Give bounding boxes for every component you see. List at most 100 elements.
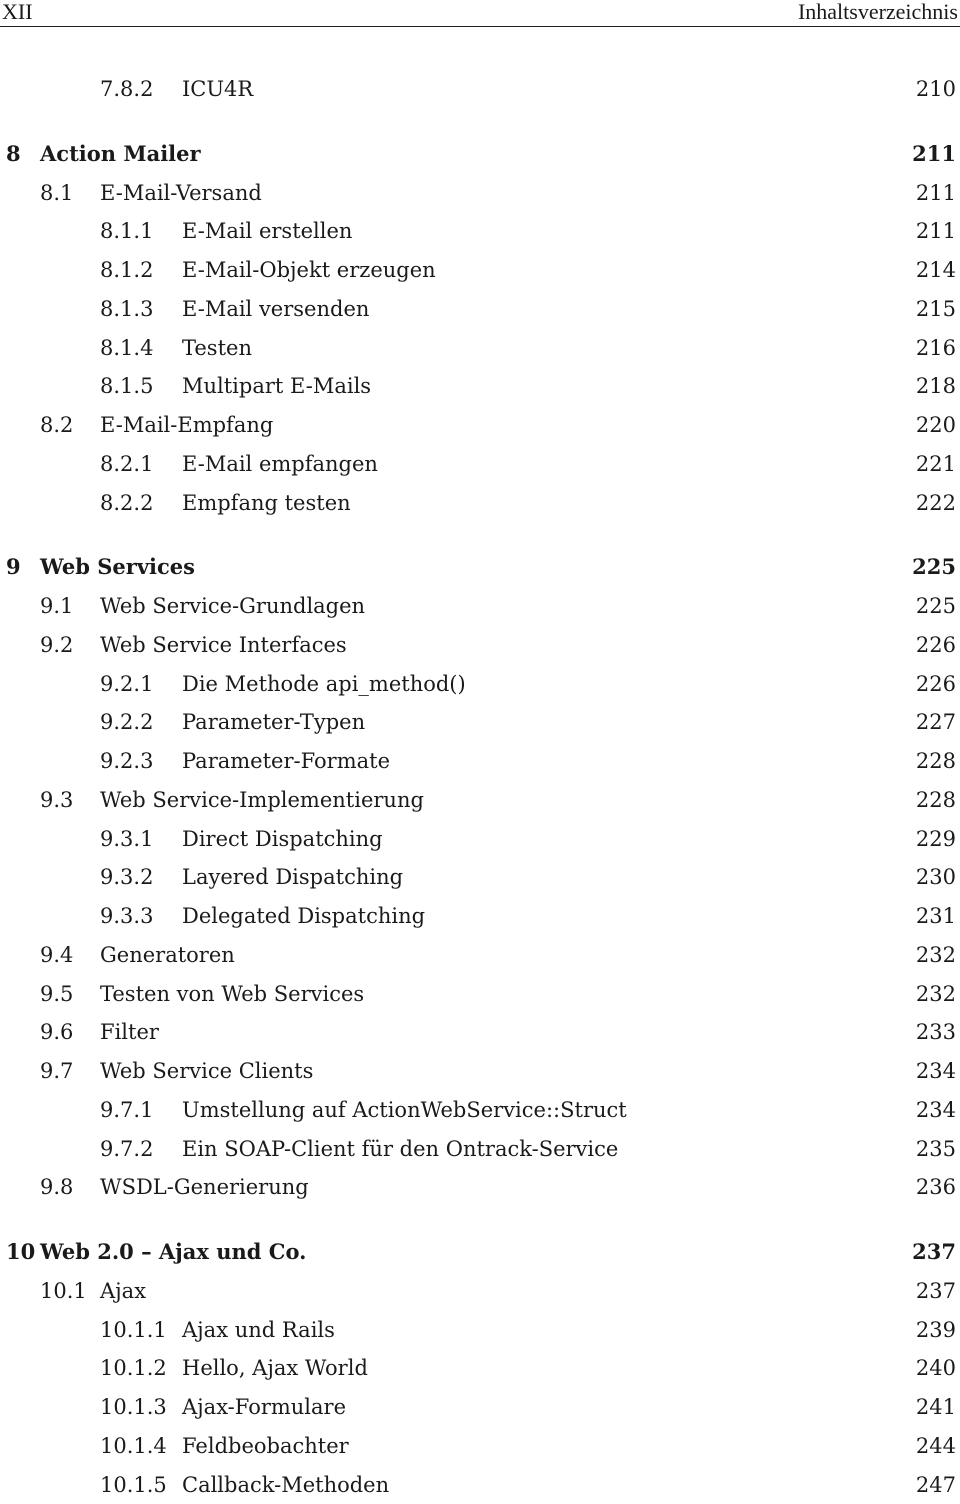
toc-subsection-entry[interactable]: 9.2.2Parameter-Typen227 xyxy=(0,703,960,742)
toc-chapter-entry[interactable]: 8Action Mailer211 xyxy=(0,135,960,174)
toc-subsection-entry[interactable]: 8.2.2Empfang testen222 xyxy=(0,484,960,523)
entry-title[interactable]: Web Service Clients xyxy=(100,1058,319,1084)
toc-subsection-entry[interactable]: 9.7.2Ein SOAP-Client für den Ontrack-Ser… xyxy=(0,1130,960,1169)
entry-page-number[interactable]: 226 xyxy=(910,632,956,658)
entry-title[interactable]: Multipart E-Mails xyxy=(182,373,377,399)
entry-page-number[interactable]: 237 xyxy=(910,1278,956,1304)
entry-title[interactable]: Delegated Dispatching xyxy=(182,903,431,929)
entry-title[interactable]: Direct Dispatching xyxy=(182,826,389,852)
entry-page-number[interactable]: 235 xyxy=(910,1136,956,1162)
entry-page-number[interactable]: 211 xyxy=(910,180,956,206)
toc-subsection-entry[interactable]: 9.3.1Direct Dispatching229 xyxy=(0,820,960,859)
entry-page-number[interactable]: 234 xyxy=(910,1058,956,1084)
entry-page-number[interactable]: 240 xyxy=(910,1355,956,1381)
entry-title[interactable]: E-Mail-Empfang xyxy=(100,412,279,438)
toc-section-entry[interactable]: 8.1E-Mail-Versand211 xyxy=(0,174,960,213)
entry-title[interactable]: Parameter-Typen xyxy=(182,709,371,735)
entry-page-number[interactable]: 228 xyxy=(910,787,956,813)
entry-page-number[interactable]: 222 xyxy=(910,490,956,516)
toc-subsection-entry[interactable]: 9.3.3Delegated Dispatching231 xyxy=(0,897,960,936)
toc-subsection-entry[interactable]: 8.1.3E-Mail versenden215 xyxy=(0,290,960,329)
toc-section-entry[interactable]: 9.6Filter233 xyxy=(0,1013,960,1052)
entry-page-number[interactable]: 247 xyxy=(910,1472,956,1498)
entry-title[interactable]: Web Services xyxy=(40,554,201,580)
entry-page-number[interactable]: 237 xyxy=(906,1239,956,1265)
toc-section-entry[interactable]: 9.1Web Service-Grundlagen225 xyxy=(0,587,960,626)
entry-page-number[interactable]: 210 xyxy=(910,76,956,102)
entry-page-number[interactable]: 220 xyxy=(910,412,956,438)
toc-section-entry[interactable]: 10.1Ajax237 xyxy=(0,1272,960,1311)
entry-title[interactable]: Die Methode api_method() xyxy=(182,671,472,697)
entry-title[interactable]: Ajax und Rails xyxy=(182,1317,341,1343)
entry-page-number[interactable]: 225 xyxy=(906,554,956,580)
toc-subsection-entry[interactable]: 8.1.2E-Mail-Objekt erzeugen214 xyxy=(0,251,960,290)
entry-page-number[interactable]: 226 xyxy=(910,671,956,697)
entry-title[interactable]: ICU4R xyxy=(182,76,259,102)
toc-section-entry[interactable]: 9.4Generatoren232 xyxy=(0,936,960,975)
toc-subsection-entry[interactable]: 10.1.4Feldbeobachter244 xyxy=(0,1427,960,1466)
toc-subsection-entry[interactable]: 10.1.2Hello, Ajax World240 xyxy=(0,1349,960,1388)
entry-title[interactable]: Web Service Interfaces xyxy=(100,632,353,658)
toc-subsection-entry[interactable]: 9.2.1Die Methode api_method()226 xyxy=(0,665,960,704)
entry-page-number[interactable]: 211 xyxy=(906,141,956,167)
entry-title[interactable]: Web Service-Implementierung xyxy=(100,787,430,813)
entry-title[interactable]: Web Service-Grundlagen xyxy=(100,593,371,619)
entry-page-number[interactable]: 236 xyxy=(910,1174,956,1200)
toc-subsection-entry[interactable]: 10.1.1Ajax und Rails239 xyxy=(0,1311,960,1350)
toc-section-entry[interactable]: 9.2Web Service Interfaces226 xyxy=(0,626,960,665)
toc-subsection-entry[interactable]: 9.3.2Layered Dispatching230 xyxy=(0,858,960,897)
entry-page-number[interactable]: 227 xyxy=(910,709,956,735)
entry-title[interactable]: E-Mail erstellen xyxy=(182,218,358,244)
entry-title[interactable]: E-Mail versenden xyxy=(182,296,375,322)
toc-chapter-entry[interactable]: 10Web 2.0 – Ajax und Co.237 xyxy=(0,1233,960,1272)
toc-subsection-entry[interactable]: 9.7.1Umstellung auf ActionWebService::St… xyxy=(0,1091,960,1130)
entry-page-number[interactable]: 234 xyxy=(910,1097,956,1123)
entry-title[interactable]: Generatoren xyxy=(100,942,241,968)
toc-section-entry[interactable]: 9.7Web Service Clients234 xyxy=(0,1052,960,1091)
entry-title[interactable]: E-Mail empfangen xyxy=(182,451,384,477)
entry-title[interactable]: Layered Dispatching xyxy=(182,864,409,890)
toc-subsection-entry[interactable]: 8.2.1E-Mail empfangen221 xyxy=(0,445,960,484)
entry-title[interactable]: WSDL-Generierung xyxy=(100,1174,315,1200)
toc-section-entry[interactable]: 8.2E-Mail-Empfang220 xyxy=(0,406,960,445)
entry-page-number[interactable]: 232 xyxy=(910,942,956,968)
entry-title[interactable]: Parameter-Formate xyxy=(182,748,396,774)
entry-title[interactable]: E-Mail-Versand xyxy=(100,180,268,206)
entry-title[interactable]: Ein SOAP-Client für den Ontrack-Service xyxy=(182,1136,624,1162)
entry-page-number[interactable]: 233 xyxy=(910,1019,956,1045)
toc-subsection-entry[interactable]: 9.2.3Parameter-Formate228 xyxy=(0,742,960,781)
entry-page-number[interactable]: 228 xyxy=(910,748,956,774)
entry-page-number[interactable]: 218 xyxy=(910,373,956,399)
entry-page-number[interactable]: 221 xyxy=(910,451,956,477)
toc-subsection-entry[interactable]: 7.8.2ICU4R210 xyxy=(0,70,960,109)
entry-page-number[interactable]: 239 xyxy=(910,1317,956,1343)
toc-section-entry[interactable]: 9.5Testen von Web Services232 xyxy=(0,975,960,1014)
entry-page-number[interactable]: 214 xyxy=(910,257,956,283)
entry-title[interactable]: E-Mail-Objekt erzeugen xyxy=(182,257,442,283)
entry-title[interactable]: Ajax-Formulare xyxy=(182,1394,352,1420)
toc-subsection-entry[interactable]: 8.1.5Multipart E-Mails218 xyxy=(0,367,960,406)
toc-section-entry[interactable]: 9.8WSDL-Generierung236 xyxy=(0,1168,960,1207)
entry-title[interactable]: Callback-Methoden xyxy=(182,1472,395,1498)
entry-page-number[interactable]: 231 xyxy=(910,903,956,929)
entry-page-number[interactable]: 215 xyxy=(910,296,956,322)
entry-title[interactable]: Web 2.0 – Ajax und Co. xyxy=(40,1239,312,1265)
entry-title[interactable]: Hello, Ajax World xyxy=(182,1355,374,1381)
entry-title[interactable]: Empfang testen xyxy=(182,490,357,516)
toc-section-entry[interactable]: 9.3Web Service-Implementierung228 xyxy=(0,781,960,820)
entry-page-number[interactable]: 229 xyxy=(910,826,956,852)
toc-subsection-entry[interactable]: 10.1.3Ajax-Formulare241 xyxy=(0,1388,960,1427)
entry-page-number[interactable]: 225 xyxy=(910,593,956,619)
toc-chapter-entry[interactable]: 9Web Services225 xyxy=(0,548,960,587)
entry-title[interactable]: Filter xyxy=(100,1019,165,1045)
entry-title[interactable]: Umstellung auf ActionWebService::Struct xyxy=(182,1097,633,1123)
entry-title[interactable]: Testen xyxy=(182,335,258,361)
entry-title[interactable]: Feldbeobachter xyxy=(182,1433,355,1459)
entry-page-number[interactable]: 241 xyxy=(910,1394,956,1420)
entry-page-number[interactable]: 216 xyxy=(910,335,956,361)
entry-page-number[interactable]: 211 xyxy=(910,218,956,244)
entry-page-number[interactable]: 230 xyxy=(910,864,956,890)
entry-title[interactable]: Action Mailer xyxy=(40,141,207,167)
entry-page-number[interactable]: 232 xyxy=(910,981,956,1007)
entry-page-number[interactable]: 244 xyxy=(910,1433,956,1459)
